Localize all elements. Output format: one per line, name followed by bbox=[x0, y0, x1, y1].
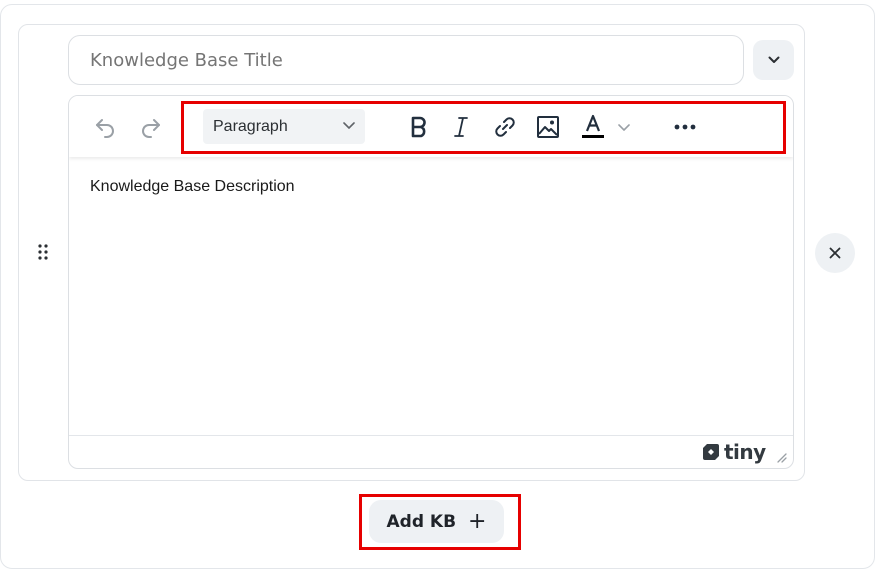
close-icon bbox=[829, 247, 841, 259]
redo-button[interactable] bbox=[135, 111, 167, 143]
toolbar-highlight-box bbox=[181, 101, 786, 154]
add-kb-highlight-box bbox=[359, 494, 521, 550]
kb-title-input[interactable] bbox=[68, 35, 744, 85]
undo-button[interactable] bbox=[89, 111, 121, 143]
collapse-button[interactable] bbox=[753, 40, 794, 80]
editor-statusbar: tiny bbox=[69, 435, 793, 468]
undo-icon bbox=[96, 119, 114, 138]
redo-icon bbox=[142, 119, 160, 138]
tiny-brand-text: tiny bbox=[724, 440, 766, 464]
tiny-icon bbox=[703, 444, 719, 460]
kb-description: Knowledge Base Description bbox=[90, 178, 295, 195]
tiny-logo[interactable]: tiny bbox=[701, 440, 766, 464]
chevron-down-icon bbox=[768, 56, 779, 63]
remove-kb-button[interactable] bbox=[815, 233, 855, 273]
resize-handle-icon[interactable] bbox=[775, 451, 787, 463]
drag-handle-icon[interactable] bbox=[36, 243, 50, 261]
editor-content[interactable]: Knowledge Base Description bbox=[90, 178, 295, 196]
